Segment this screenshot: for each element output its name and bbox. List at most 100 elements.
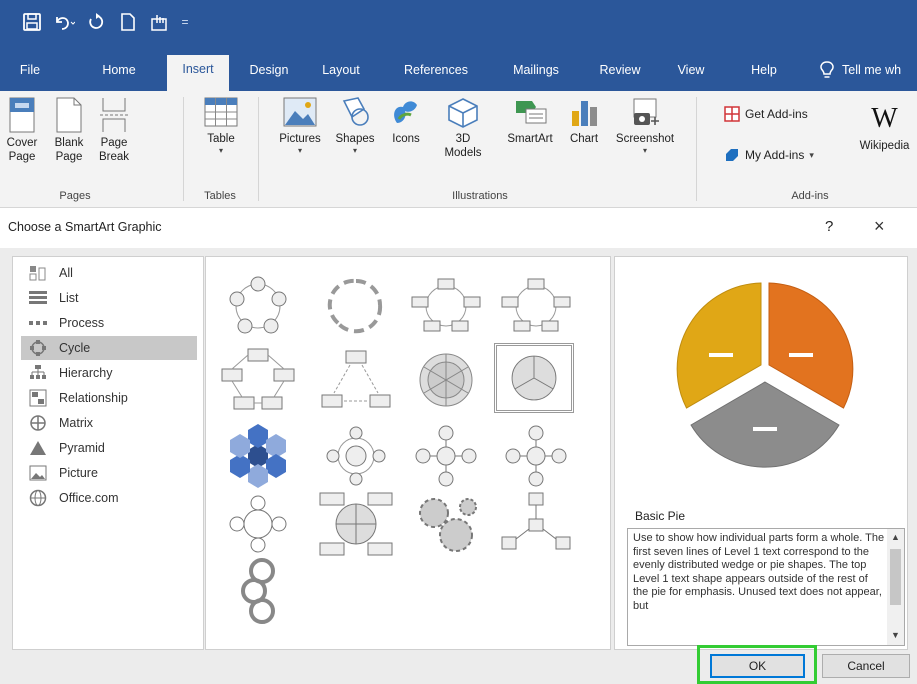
chart-button[interactable]: Chart [564, 97, 604, 146]
gallery-item-basic-pie[interactable] [494, 343, 574, 413]
cover-page-icon [9, 97, 35, 133]
tab-review[interactable]: Review [590, 56, 650, 91]
redo-icon[interactable] [82, 10, 110, 34]
tab-references[interactable]: References [388, 56, 484, 91]
group-label-pages: Pages [59, 190, 91, 202]
cover-page-button[interactable]: Cover Page [2, 97, 42, 164]
tab-home[interactable]: Home [82, 56, 156, 91]
smartart-dialog-header: Choose a SmartArt Graphic ? × [0, 208, 917, 248]
tab-view[interactable]: View [668, 56, 714, 91]
ribbon-tabs: File Home Insert Design Layout Reference… [0, 44, 917, 91]
lightbulb-icon [820, 61, 834, 78]
tab-layout[interactable]: Layout [312, 56, 370, 91]
pictures-button[interactable]: Pictures ▾ [270, 97, 330, 156]
gallery-item-basic-radial[interactable] [406, 421, 486, 491]
scrollbar-thumb[interactable] [890, 549, 901, 605]
tab-help[interactable]: Help [738, 56, 790, 91]
category-item-all[interactable]: All [21, 261, 197, 285]
pyramid-icon [27, 440, 49, 456]
gallery-item-segmented-cycle[interactable] [406, 345, 486, 415]
tab-design[interactable]: Design [240, 56, 298, 91]
category-item-office-com[interactable]: Office.com [21, 486, 197, 510]
category-label: Picture [59, 466, 98, 480]
close-icon[interactable]: × [874, 216, 885, 237]
tab-mailings[interactable]: Mailings [500, 56, 572, 91]
category-item-process[interactable]: Process [21, 311, 197, 335]
gallery-item-nondirectional-cycle[interactable] [496, 271, 576, 341]
blank-page-label: Blank Page [54, 137, 84, 163]
ribbon: Cover Page Blank Page Page Break Pages T… [0, 91, 917, 208]
gallery-item-continuous-cycle[interactable] [218, 345, 298, 415]
layout-description-box[interactable]: Use to show how individual parts form a … [627, 528, 905, 646]
icons-label: Icons [392, 133, 420, 145]
category-item-matrix[interactable]: Matrix [21, 411, 197, 435]
my-addins-button[interactable]: My Add-ins ▾ [724, 147, 814, 163]
new-document-icon[interactable] [114, 10, 142, 34]
gallery-item-gear[interactable] [406, 489, 486, 559]
group-label-tables: Tables [204, 190, 236, 202]
gallery-item-basic-cycle[interactable] [218, 271, 298, 341]
quick-access-toolbar: = [18, 10, 192, 34]
icons-button[interactable]: Icons [384, 97, 428, 146]
gallery-item-interconnected-rings[interactable] [218, 557, 298, 627]
category-label: List [59, 291, 79, 305]
gallery-item-diverging-radial[interactable] [496, 421, 576, 491]
category-item-hierarchy[interactable]: Hierarchy [21, 361, 197, 385]
blank-page-button[interactable]: Blank Page [50, 97, 88, 164]
list-icon [27, 290, 49, 306]
gallery-item-block-cycle[interactable] [406, 271, 486, 341]
help-icon[interactable]: ? [825, 218, 833, 235]
smartart-dialog-body: All List Process Cycle Hierarchy Relatio… [0, 248, 917, 684]
smartart-icon [516, 101, 547, 124]
cancel-button[interactable]: Cancel [822, 654, 910, 678]
touch-mode-icon[interactable] [146, 10, 174, 34]
gallery-item-text-cycle[interactable] [316, 271, 396, 341]
shapes-button[interactable]: Shapes ▾ [330, 97, 380, 156]
ok-button[interactable]: OK [710, 654, 805, 678]
category-item-relationship[interactable]: Relationship [21, 386, 197, 410]
all-icon [27, 265, 49, 281]
scroll-up-icon[interactable]: ▲ [887, 532, 904, 542]
tab-file[interactable]: File [8, 56, 52, 91]
gallery-item-radial-cluster[interactable] [496, 489, 576, 559]
category-label: Relationship [59, 391, 128, 405]
tell-me-search[interactable]: Tell me wh [842, 56, 917, 91]
category-item-picture[interactable]: Picture [21, 461, 197, 485]
3d-models-label: 3D Models [444, 133, 482, 159]
table-icon [204, 97, 238, 127]
dropdown-arrow-icon: ▾ [218, 146, 223, 155]
get-addins-button[interactable]: Get Add-ins [724, 106, 808, 122]
undo-icon[interactable] [50, 10, 78, 34]
icons-icon [394, 101, 417, 123]
smartart-button[interactable]: SmartArt [500, 97, 560, 146]
customize-qat-icon[interactable]: = [178, 15, 192, 29]
title-bar: = [0, 0, 917, 44]
category-item-cycle[interactable]: Cycle [21, 336, 197, 360]
layout-description: Use to show how individual parts form a … [633, 532, 885, 612]
gallery-item-radial-cycle[interactable] [316, 421, 396, 491]
matrix-icon [27, 415, 49, 431]
group-label-illustrations: Illustrations [452, 190, 508, 202]
office-com-icon [27, 489, 49, 507]
category-item-list[interactable]: List [21, 286, 197, 310]
save-icon[interactable] [18, 10, 46, 34]
tab-insert[interactable]: Insert [167, 55, 229, 91]
category-label: All [59, 266, 73, 280]
basic-pie-preview [676, 282, 854, 468]
gallery-item-multidirectional-cycle[interactable] [316, 345, 396, 415]
description-scrollbar[interactable]: ▲ ▼ [887, 529, 904, 645]
page-break-button[interactable]: Page Break [94, 97, 134, 164]
group-separator [258, 97, 259, 201]
table-button[interactable]: Table ▾ [200, 97, 242, 156]
gallery-item-radial-venn[interactable] [218, 489, 298, 559]
gallery-item-cycle-matrix[interactable] [316, 489, 396, 559]
screenshot-button[interactable]: Screenshot ▾ [608, 97, 682, 156]
picture-icon [27, 465, 49, 481]
wikipedia-button[interactable]: W Wikipedia [852, 103, 917, 153]
dropdown-arrow-icon: ▾ [642, 146, 647, 155]
category-item-pyramid[interactable]: Pyramid [21, 436, 197, 460]
category-label: Matrix [59, 416, 94, 430]
scroll-down-icon[interactable]: ▼ [887, 630, 904, 640]
3d-models-button[interactable]: 3D Models [438, 97, 488, 160]
gallery-item-hexagon-radial[interactable] [218, 421, 298, 491]
